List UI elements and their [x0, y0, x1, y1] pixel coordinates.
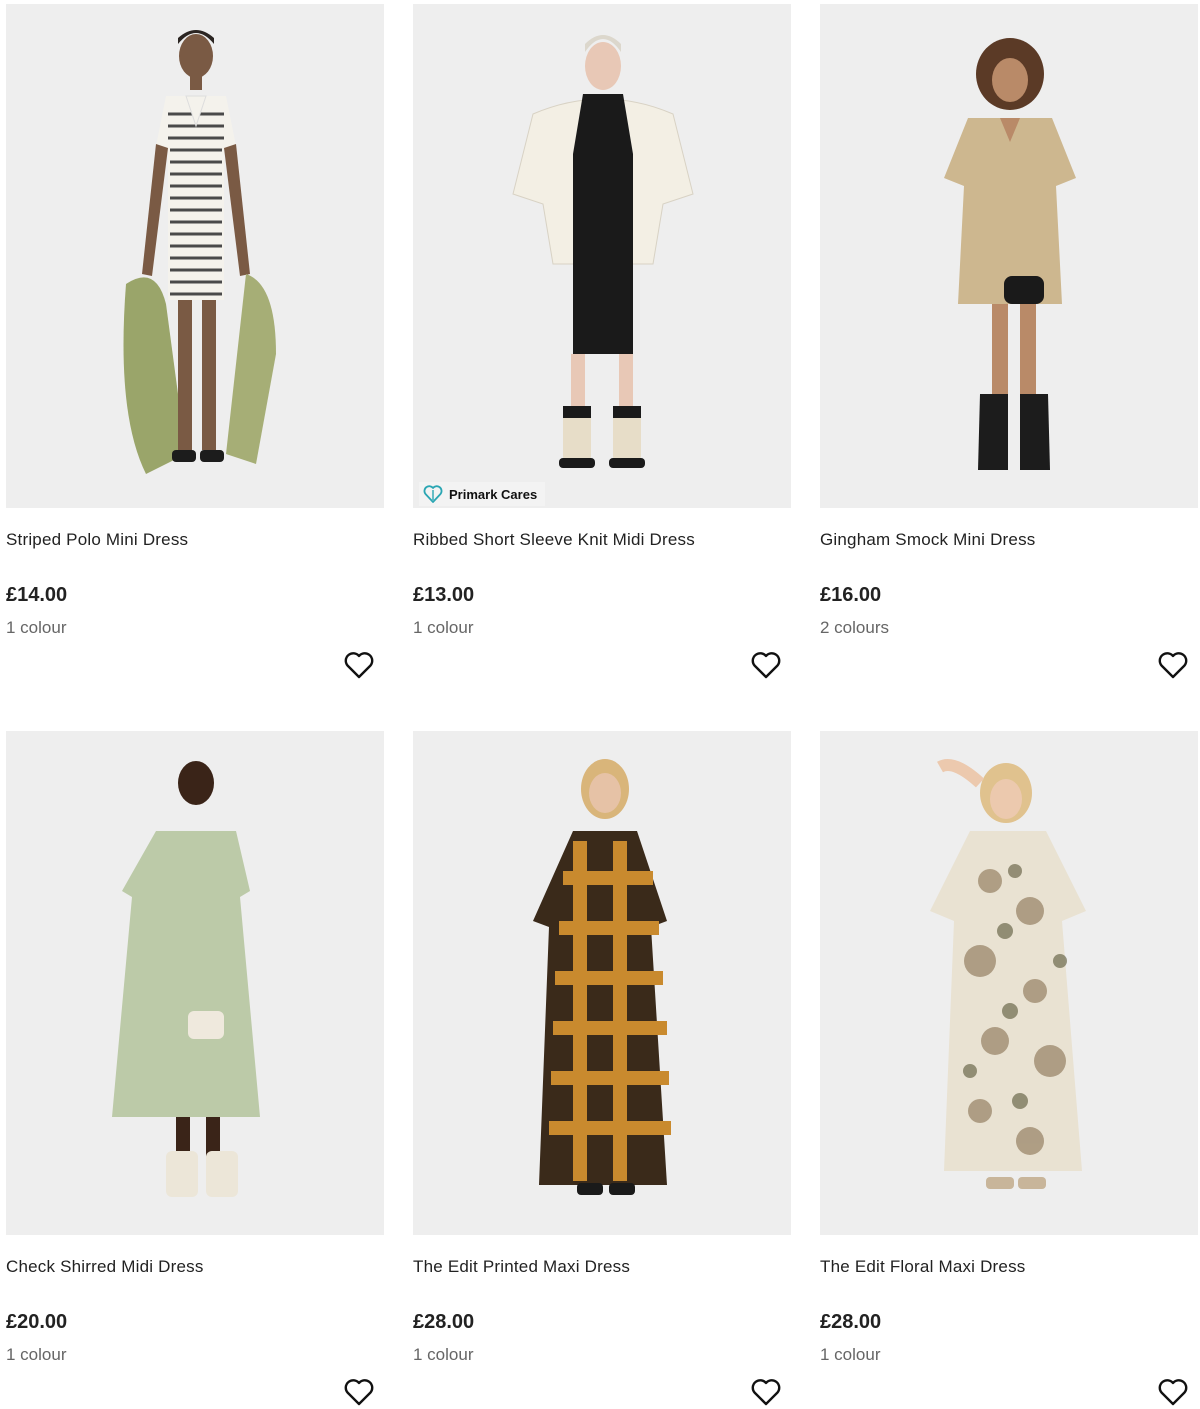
product-image[interactable]	[6, 731, 384, 1235]
product-price: £14.00	[6, 584, 68, 606]
product-image[interactable]: Primark Cares	[413, 4, 791, 508]
product-price: £28.00	[413, 1311, 475, 1333]
product-name[interactable]: The Edit Floral Maxi Dress	[820, 1257, 1025, 1277]
favourite-button[interactable]	[749, 648, 783, 682]
product-colour-count: 1 colour	[6, 1345, 67, 1364]
product-card[interactable]: Striped Polo Mini Dress £14.00 1 colour	[6, 4, 384, 679]
product-colour-count: 1 colour	[413, 618, 474, 637]
product-card[interactable]: Check Shirred Midi Dress £20.00 1 colour	[6, 731, 384, 1406]
product-name[interactable]: Gingham Smock Mini Dress	[820, 530, 1035, 550]
product-image[interactable]	[820, 731, 1198, 1235]
product-image[interactable]	[413, 731, 791, 1235]
heart-outline-icon	[344, 652, 374, 679]
primark-cares-badge: Primark Cares	[419, 482, 546, 506]
product-image[interactable]	[820, 4, 1198, 508]
badge-label: Primark Cares	[449, 486, 538, 502]
heart-outline-icon	[1158, 1379, 1188, 1406]
product-price: £16.00	[820, 584, 882, 606]
product-price: £13.00	[413, 584, 475, 606]
favourite-button[interactable]	[342, 648, 376, 682]
heart-leaf-icon	[423, 485, 443, 503]
model-photo	[820, 4, 1198, 508]
product-card[interactable]: Gingham Smock Mini Dress £16.00 2 colour…	[820, 4, 1198, 679]
heart-outline-icon	[751, 652, 781, 679]
model-photo	[820, 731, 1198, 1235]
heart-outline-icon	[1158, 652, 1188, 679]
product-image[interactable]	[6, 4, 384, 508]
product-card[interactable]: The Edit Floral Maxi Dress £28.00 1 colo…	[820, 731, 1198, 1406]
product-name[interactable]: Ribbed Short Sleeve Knit Midi Dress	[413, 530, 695, 550]
heart-outline-icon	[751, 1379, 781, 1406]
product-colour-count: 1 colour	[413, 1345, 474, 1364]
product-price: £20.00	[6, 1311, 68, 1333]
product-name[interactable]: The Edit Printed Maxi Dress	[413, 1257, 630, 1277]
favourite-button[interactable]	[342, 1375, 376, 1409]
heart-outline-icon	[344, 1379, 374, 1406]
product-name[interactable]: Check Shirred Midi Dress	[6, 1257, 204, 1277]
model-photo	[6, 4, 384, 508]
product-grid: Striped Polo Mini Dress £14.00 1 colour	[0, 0, 1200, 1406]
model-photo	[6, 731, 384, 1235]
model-photo	[413, 4, 791, 508]
model-photo	[413, 731, 791, 1235]
product-price: £28.00	[820, 1311, 882, 1333]
favourite-button[interactable]	[749, 1375, 783, 1409]
favourite-button[interactable]	[1156, 1375, 1190, 1409]
product-colour-count: 2 colours	[820, 618, 889, 637]
product-card[interactable]: Primark Cares Ribbed Short Sleeve Knit M…	[413, 4, 791, 679]
product-card[interactable]: The Edit Printed Maxi Dress £28.00 1 col…	[413, 731, 791, 1406]
product-name[interactable]: Striped Polo Mini Dress	[6, 530, 188, 550]
product-colour-count: 1 colour	[820, 1345, 881, 1364]
product-colour-count: 1 colour	[6, 618, 67, 637]
favourite-button[interactable]	[1156, 648, 1190, 682]
